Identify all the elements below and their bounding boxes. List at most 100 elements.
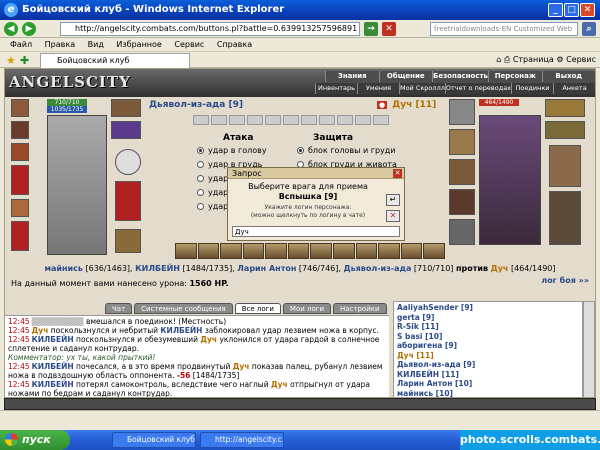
user-item[interactable]: Дуч [11]: [397, 351, 579, 361]
skill-icon[interactable]: [310, 243, 333, 259]
enemy-slot-rings[interactable]: [545, 121, 585, 139]
user-item[interactable]: gerta [9]: [397, 313, 579, 323]
enemy-slot-ring[interactable]: [449, 219, 475, 245]
player-name[interactable]: Дьявол-из-ада [9]: [149, 100, 243, 110]
enemy-name[interactable]: ● Дуч [11]: [377, 100, 436, 110]
skill-icon[interactable]: [197, 243, 220, 259]
panel-tab-7[interactable]: [301, 115, 317, 125]
menu-edit[interactable]: Правка: [45, 40, 75, 49]
chat-author[interactable]: КИЛБЕЙН: [32, 335, 74, 344]
user-list-scrollbar[interactable]: [583, 301, 595, 397]
skill-icon[interactable]: [333, 243, 355, 259]
participant-name[interactable]: КИЛБЕЙН: [135, 264, 180, 273]
skill-icon[interactable]: [355, 243, 378, 259]
maximize-button[interactable]: □: [564, 3, 579, 17]
participant-name[interactable]: Ларин Антон: [237, 264, 296, 273]
chat-author[interactable]: Дуч: [200, 335, 217, 344]
skill-icon[interactable]: [265, 243, 287, 259]
tab-settings[interactable]: Настройки: [333, 303, 387, 314]
tools-menu[interactable]: Сервис: [566, 55, 596, 64]
dialog-cancel-button[interactable]: ✕: [386, 210, 400, 222]
player-slot-belt[interactable]: [11, 199, 29, 217]
panel-tab-6[interactable]: [283, 115, 299, 125]
add-favorites-icon[interactable]: ✚: [20, 54, 29, 67]
back-arrow-icon[interactable]: ◀: [4, 22, 18, 36]
enemy-slot-shield[interactable]: [549, 145, 581, 187]
skill-icon[interactable]: [175, 243, 197, 259]
panel-tab-4[interactable]: [247, 115, 263, 125]
player-slot-armor[interactable]: [11, 165, 29, 195]
chat-author[interactable]: КИЛБЕЙН: [160, 326, 202, 335]
search-icon[interactable]: ⌕: [582, 22, 596, 36]
user-item[interactable]: майнись [10]: [397, 389, 579, 398]
tab-my-logs[interactable]: Мои логи: [282, 303, 331, 314]
player-slot-pants[interactable]: [115, 181, 141, 221]
chat-author[interactable]: КИЛБЕЙН: [32, 380, 74, 389]
print-icon[interactable]: ⎙: [504, 55, 510, 64]
panel-tab-8[interactable]: [319, 115, 335, 125]
taskbar-item[interactable]: Бойцовский клуб - ...: [112, 432, 196, 448]
chat-author[interactable]: Дуч: [32, 326, 49, 335]
tab-system[interactable]: Системные сообщения: [134, 303, 233, 314]
home-icon[interactable]: ⌂: [496, 55, 501, 64]
tab-all-logs[interactable]: Все логи: [234, 303, 281, 314]
favorites-star-icon[interactable]: ★: [6, 54, 16, 67]
attack-option-head[interactable]: удар в голову: [197, 146, 267, 155]
nav-character[interactable]: Персонаж: [487, 71, 542, 82]
player-slot-amulet[interactable]: [11, 121, 29, 139]
user-item[interactable]: R-Sik [11]: [397, 322, 579, 332]
chat-author[interactable]: Дуч: [271, 380, 288, 389]
player-slot-rings[interactable]: [111, 121, 141, 139]
subnav-profile[interactable]: Анкета: [553, 83, 595, 94]
nav-knowledge[interactable]: Знания: [325, 71, 379, 82]
dialog-close-icon[interactable]: ✕: [393, 169, 402, 178]
enemy-avatar[interactable]: [479, 115, 541, 245]
panel-tab-9[interactable]: [337, 115, 353, 125]
defense-option-1[interactable]: блок головы и груди: [297, 146, 395, 155]
skill-icon[interactable]: [287, 243, 310, 259]
battle-log-link[interactable]: лог боя »»: [541, 276, 589, 285]
panel-tab-3[interactable]: [229, 115, 245, 125]
menu-view[interactable]: Вид: [88, 40, 104, 49]
user-item[interactable]: AaliyahSender [9]: [397, 303, 579, 313]
menu-tools[interactable]: Сервис: [174, 40, 204, 49]
tab-current[interactable]: Бойцовский клуб: [40, 53, 190, 68]
go-icon[interactable]: →: [364, 22, 378, 36]
participant-name[interactable]: Дьявол-из-ада: [343, 264, 411, 273]
gear-icon[interactable]: ⚙: [556, 55, 563, 64]
forward-arrow-icon[interactable]: ▶: [22, 22, 36, 36]
start-button[interactable]: пуск: [0, 430, 70, 450]
close-button[interactable]: ✕: [580, 3, 595, 17]
stop-icon[interactable]: ✕: [382, 22, 396, 36]
subnav-inventory[interactable]: Инвентарь: [315, 83, 357, 94]
menu-file[interactable]: Файл: [10, 40, 32, 49]
user-item[interactable]: КИЛБЕЙН [11]: [397, 370, 579, 380]
minimize-button[interactable]: _: [548, 3, 563, 17]
enemy-slot-helmet[interactable]: [449, 99, 475, 125]
taskbar-item[interactable]: http://angelscity.c...: [200, 432, 284, 448]
enemy-slot-belt[interactable]: [449, 189, 475, 215]
tab-chat[interactable]: Чат: [105, 303, 133, 314]
enemy-slot-boots[interactable]: [549, 191, 581, 245]
menu-help[interactable]: Справка: [217, 40, 252, 49]
page-menu[interactable]: Страница: [513, 55, 554, 64]
user-item[interactable]: Ларин Антон [10]: [397, 379, 579, 389]
skill-icon[interactable]: [423, 243, 445, 259]
player-avatar[interactable]: [47, 115, 107, 255]
url-input[interactable]: http://angelscity.combats.com/buttons.pl…: [60, 22, 360, 36]
nav-social[interactable]: Общение: [378, 71, 433, 82]
search-input[interactable]: freetrialdownloads-EN Customized Web: [430, 22, 578, 36]
skill-icon[interactable]: [242, 243, 265, 259]
player-slot-weapon[interactable]: [11, 143, 29, 161]
subnav-skills[interactable]: Умения: [356, 83, 399, 94]
player-slot-cloak[interactable]: [11, 221, 29, 251]
participant-name[interactable]: майнись: [44, 264, 82, 273]
panel-tab-2[interactable]: [211, 115, 227, 125]
nav-security[interactable]: Безопасность: [432, 71, 488, 82]
player-slot-helmet[interactable]: [11, 99, 29, 117]
user-item[interactable]: Дьявол-из-ада [9]: [397, 360, 579, 370]
panel-tab-10[interactable]: [355, 115, 371, 125]
enemy-participant-name[interactable]: Дуч: [491, 264, 509, 273]
enemy-slot-armor[interactable]: [449, 159, 475, 185]
enemy-slot-weapon[interactable]: [449, 129, 475, 155]
